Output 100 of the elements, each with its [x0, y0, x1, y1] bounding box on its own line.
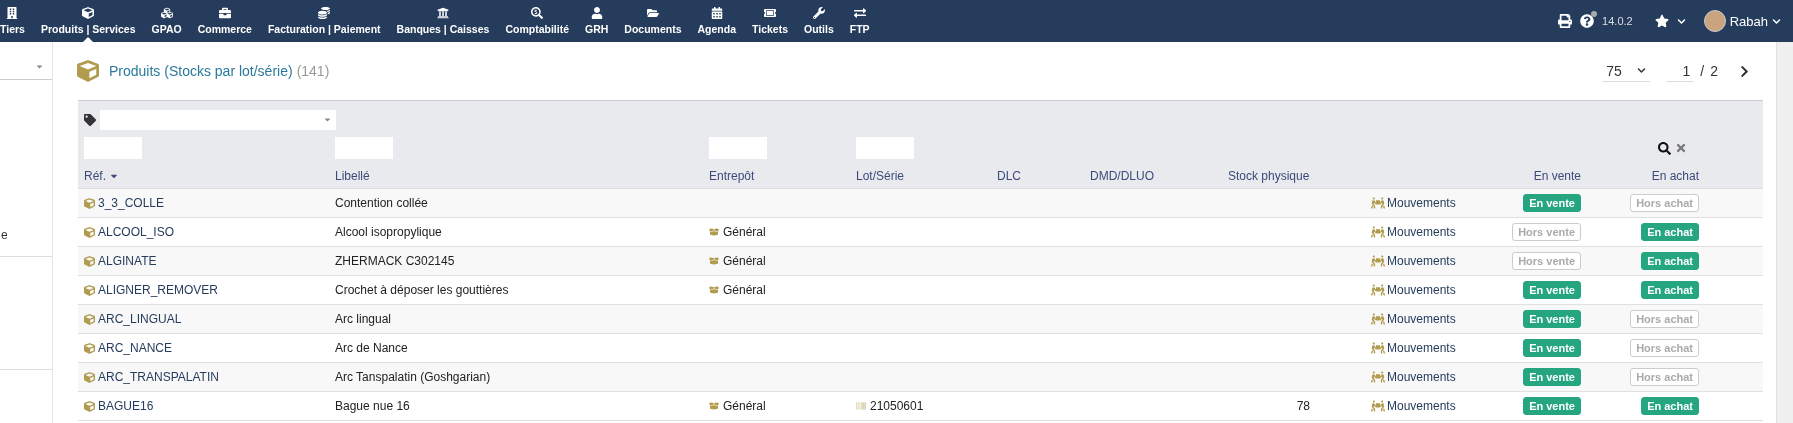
movements-link[interactable]: Mouvements: [1371, 283, 1481, 297]
product-ref-link[interactable]: ARC_LINGUAL: [84, 312, 335, 326]
menu-item-label: Documents: [624, 23, 682, 35]
purchase-status-badge: En achat: [1641, 397, 1699, 415]
product-ref-link[interactable]: ALGINATE: [84, 254, 335, 268]
warehouse-cell: Général: [723, 254, 766, 268]
menu-item-icon: [590, 7, 603, 19]
menu-item-label: FTP: [849, 23, 870, 35]
menu-item-icon: [531, 7, 544, 19]
people-carrying-icon: [1371, 399, 1385, 413]
product-ref-link[interactable]: 3_3_COLLE: [84, 196, 335, 210]
movements-link[interactable]: Mouvements: [1371, 312, 1481, 326]
chevron-down-icon[interactable]: [1676, 16, 1686, 26]
warehouse-cell: Général: [723, 225, 766, 239]
menu-item-icon: [160, 7, 173, 19]
cube-icon: [84, 197, 95, 209]
product-ref-link[interactable]: ARC_NANCE: [84, 341, 335, 355]
menu-item[interactable]: Facturation | Paiement: [259, 0, 389, 42]
menu-item-label: Tickets: [752, 23, 789, 35]
tag-icon: [84, 113, 96, 126]
purchase-status-badge: Hors achat: [1630, 368, 1699, 386]
purchase-status-badge: Hors achat: [1630, 194, 1699, 212]
column-header[interactable]: En achat: [1651, 168, 1699, 183]
sidebar-text[interactable]: e: [0, 228, 52, 257]
user-menu-button[interactable]: Rabah: [1703, 10, 1781, 32]
cube-icon: [84, 226, 95, 238]
menu-item-label: GPAO: [151, 23, 182, 35]
menu-item[interactable]: FTP: [841, 0, 878, 42]
cube-icon: [84, 313, 95, 325]
people-carrying-icon: [1371, 225, 1385, 239]
page-number-field[interactable]: 1: [1666, 60, 1695, 82]
page-size-select[interactable]: 75: [1602, 60, 1651, 82]
menu-item[interactable]: Produits | Services: [32, 0, 144, 42]
product-ref-link[interactable]: ALCOOL_ISO: [84, 225, 335, 239]
cube-icon: [84, 400, 95, 412]
menu-item-icon: [646, 7, 659, 19]
people-carrying-icon: [1371, 196, 1385, 210]
menu-item[interactable]: Agenda: [689, 0, 745, 42]
next-page-icon[interactable]: [1738, 64, 1751, 78]
menu-item[interactable]: Tiers: [0, 0, 33, 42]
sale-status-badge: En vente: [1523, 368, 1581, 386]
menu-item[interactable]: Banques | Caisses: [388, 0, 498, 42]
column-header[interactable]: Stock physique: [1228, 168, 1310, 183]
menu-item-label: Banques | Caisses: [396, 23, 490, 35]
help-icon[interactable]: [1580, 14, 1595, 28]
menu-item-label: Outils: [804, 23, 834, 35]
column-header[interactable]: Réf.: [84, 168, 119, 183]
menu-item[interactable]: Tickets: [744, 0, 797, 42]
menu-item-icon: [853, 7, 866, 19]
menu-item[interactable]: Documents: [616, 0, 690, 42]
movements-link[interactable]: Mouvements: [1371, 370, 1481, 384]
version-label: 14.0.2: [1602, 15, 1633, 27]
menu-item-icon: [764, 7, 777, 19]
sale-status-badge: Hors vente: [1512, 252, 1581, 270]
column-header[interactable]: Libellé: [335, 168, 370, 183]
menu-item[interactable]: GRH: [577, 0, 617, 42]
movements-link[interactable]: Mouvements: [1371, 225, 1481, 239]
avatar: [1703, 10, 1726, 32]
menu-item-label: Agenda: [697, 23, 737, 35]
menu-item-label: Comptabilité: [505, 23, 569, 35]
warehouse-cell: Général: [723, 283, 766, 297]
sale-status-badge: En vente: [1523, 339, 1581, 357]
column-header[interactable]: DLC: [997, 168, 1021, 183]
menu-item[interactable]: Commerce: [189, 0, 260, 42]
movements-link[interactable]: Mouvements: [1371, 196, 1481, 210]
table-cell-text: ZHERMACK C302145: [335, 254, 456, 268]
menu-item[interactable]: Comptabilité: [497, 0, 577, 42]
print-icon[interactable]: [1558, 14, 1573, 28]
search-icon[interactable]: [1658, 141, 1671, 155]
column-header[interactable]: En vente: [1533, 168, 1581, 183]
sale-status-badge: En vente: [1523, 397, 1581, 415]
column-header[interactable]: DMD/DLUO: [1090, 168, 1154, 183]
product-ref-link[interactable]: ALIGNER_REMOVER: [84, 283, 335, 297]
cube-icon: [84, 371, 95, 383]
chevron-down-icon: [1637, 66, 1647, 75]
movements-link[interactable]: Mouvements: [1371, 399, 1481, 413]
product-ref-link[interactable]: BAGUE16: [84, 399, 335, 413]
movements-link[interactable]: Mouvements: [1371, 341, 1481, 355]
movements-link[interactable]: Mouvements: [1371, 254, 1481, 268]
product-ref-link[interactable]: ARC_TRANSPALATIN: [84, 370, 335, 384]
purchase-status-badge: En achat: [1641, 281, 1699, 299]
page-total: 2: [1710, 63, 1718, 79]
menu-item-icon: [318, 7, 331, 19]
menu-item-icon: [6, 7, 19, 19]
column-header[interactable]: Lot/Série: [856, 168, 905, 183]
purchase-status-badge: Hors achat: [1630, 310, 1699, 328]
star-icon[interactable]: [1654, 14, 1669, 28]
lot-cell: 21050601: [870, 399, 924, 413]
box-icon: [709, 401, 719, 411]
close-icon[interactable]: [1675, 142, 1687, 154]
menu-item[interactable]: Outils: [796, 0, 842, 42]
column-header[interactable]: Entrepôt: [709, 168, 755, 183]
menu-item[interactable]: GPAO: [143, 0, 190, 42]
page-separator: /: [1700, 63, 1705, 79]
cube-icon: [84, 284, 95, 296]
menu-item-label: Produits | Services: [40, 23, 136, 35]
menu-item-icon: [218, 7, 231, 19]
table-cell-text: Crochet à déposer les gouttières: [335, 283, 510, 297]
scrollbar[interactable]: [1776, 42, 1793, 423]
table-cell-text: Arc Tanspalatin (Goshgarian): [335, 370, 492, 384]
